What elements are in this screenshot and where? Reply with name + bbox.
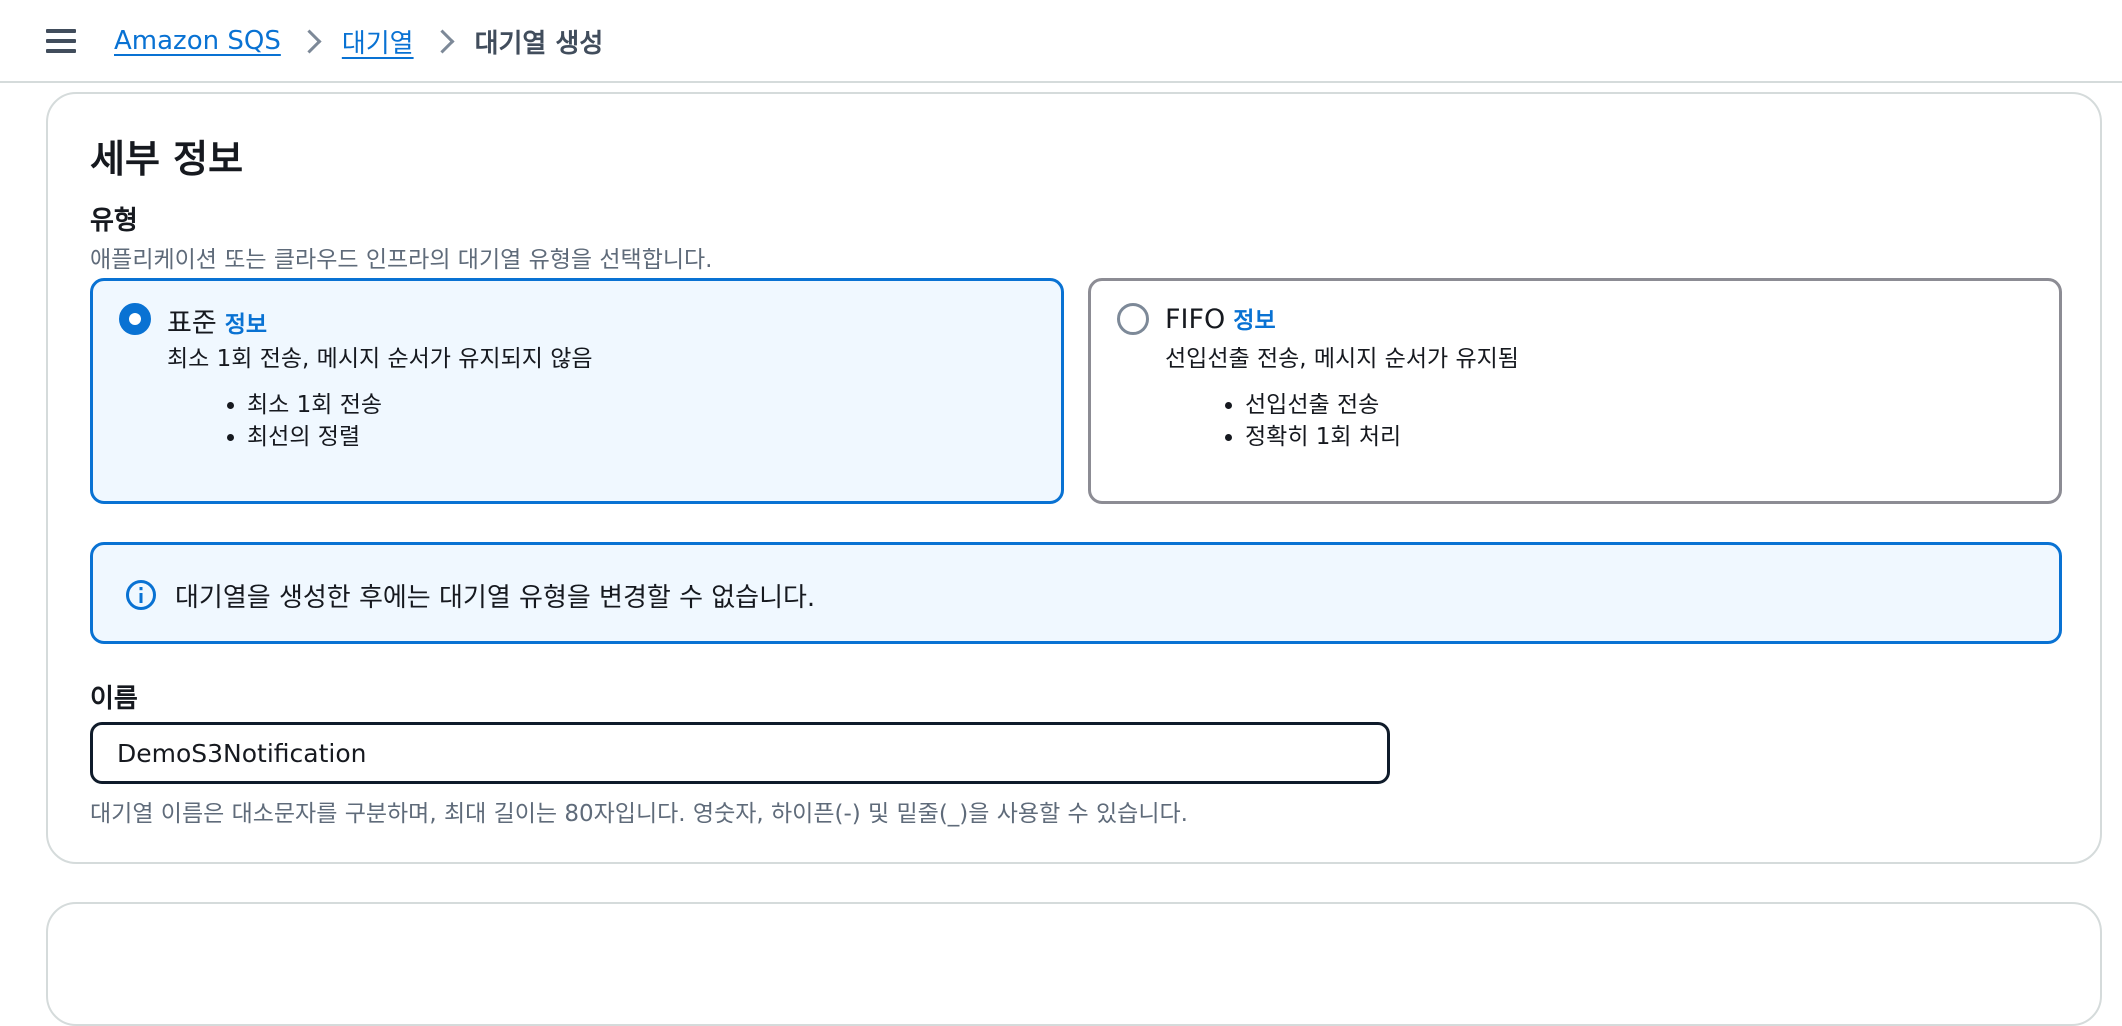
chevron-right-icon: [297, 28, 322, 54]
menu-icon[interactable]: [46, 29, 76, 53]
breadcrumb-current: 대기열 생성: [474, 28, 604, 59]
queue-type-standard-tile[interactable]: 표준 정보 최소 1회 전송, 메시지 순서가 유지되지 않음 최소 1회 전송 …: [90, 278, 1064, 504]
details-panel: 세부 정보 유형 애플리케이션 또는 클라우드 인프라의 대기열 유형을 선택합…: [46, 92, 2102, 864]
list-item: 최소 1회 전송: [247, 389, 382, 421]
type-description: 애플리케이션 또는 클라우드 인프라의 대기열 유형을 선택합니다.: [90, 247, 713, 273]
tile-title: FIFO 정보: [1165, 301, 1276, 335]
radio-fifo[interactable]: [1117, 303, 1149, 335]
info-link[interactable]: 정보: [225, 312, 267, 338]
top-navigation: Amazon SQS 대기열 대기열 생성: [0, 0, 2122, 83]
queue-name-input[interactable]: [90, 722, 1390, 784]
breadcrumb-amazon-sqs[interactable]: Amazon SQS: [114, 26, 281, 56]
list-item: 선입선출 전송: [1245, 389, 1401, 421]
info-alert: 대기열을 생성한 후에는 대기열 유형을 변경할 수 없습니다.: [90, 542, 2062, 644]
tile-title: 표준 정보: [167, 301, 267, 340]
tile-title-text: FIFO: [1165, 304, 1226, 335]
list-item: 정확히 1회 처리: [1245, 421, 1401, 453]
next-panel: [46, 902, 2102, 1026]
alert-text: 대기열을 생성한 후에는 대기열 유형을 변경할 수 없습니다.: [175, 583, 816, 613]
info-link[interactable]: 정보: [1233, 308, 1275, 334]
tile-description: 선입선출 전송, 메시지 순서가 유지됨: [1165, 346, 1519, 372]
feature-list: 최소 1회 전송 최선의 정렬: [167, 389, 382, 453]
queue-type-fifo-tile[interactable]: FIFO 정보 선입선출 전송, 메시지 순서가 유지됨 선입선출 전송 정확히 …: [1088, 278, 2062, 504]
name-constraint: 대기열 이름은 대소문자를 구분하며, 최대 길이는 80자입니다. 영숫자, …: [90, 801, 1188, 827]
name-label: 이름: [90, 684, 138, 714]
tile-title-text: 표준: [167, 308, 217, 339]
breadcrumb: Amazon SQS 대기열 대기열 생성: [114, 18, 603, 64]
chevron-right-icon: [430, 28, 455, 54]
feature-list: 선입선출 전송 정확히 1회 처리: [1165, 389, 1401, 453]
tile-description: 최소 1회 전송, 메시지 순서가 유지되지 않음: [167, 346, 593, 372]
type-label: 유형: [90, 206, 138, 236]
list-item: 최선의 정렬: [247, 421, 382, 453]
section-title: 세부 정보: [90, 137, 244, 181]
breadcrumb-queues[interactable]: 대기열: [342, 23, 414, 60]
radio-standard[interactable]: [119, 303, 151, 335]
info-icon: [126, 580, 156, 610]
